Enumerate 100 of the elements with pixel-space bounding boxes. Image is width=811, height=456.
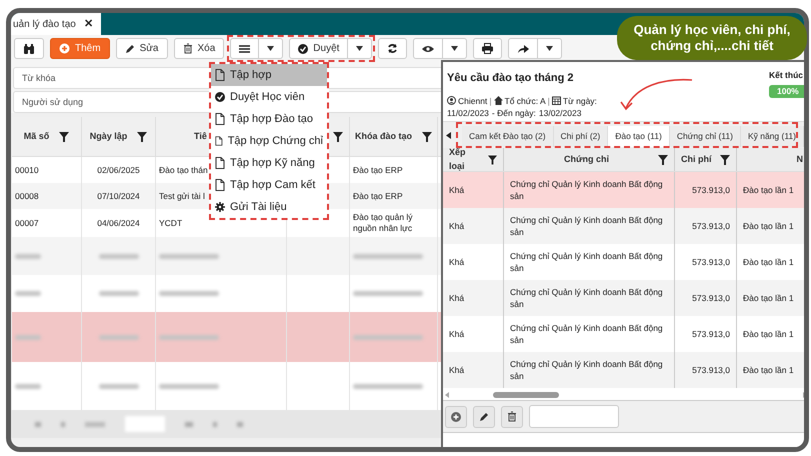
menu-button[interactable]: [230, 38, 260, 59]
table-cell-text: Đào tạo quản lý nguồn nhân lực: [353, 212, 414, 234]
table-cell: Đào tạo lần 1: [743, 220, 794, 232]
delete-button[interactable]: Xóa: [174, 38, 224, 59]
window-tab[interactable]: uản lý đào tạo ✕: [11, 13, 101, 35]
table-cell-text: Chứng chỉ Quản lý Kinh doanh Bất động sản: [510, 214, 664, 238]
approve-button[interactable]: Duyệt: [289, 38, 348, 59]
date-label: - Đến ngày:: [492, 106, 536, 118]
blurred-text: [15, 334, 41, 340]
table-cell: 573.913,0: [692, 256, 730, 268]
edit-button[interactable]: Sửa: [116, 38, 168, 59]
home-icon: [494, 96, 503, 105]
table-cell: 00008: [15, 190, 39, 202]
table-cell-text: Chứng chỉ Quản lý Kinh doanh Bất động sản: [510, 322, 664, 346]
tab[interactable]: Kỹ năng (11): [740, 126, 804, 147]
table-cell: Đào tạo lần 1: [743, 364, 794, 376]
blurred-text: [353, 291, 423, 296]
share-button[interactable]: [508, 38, 538, 59]
filter-icon: [658, 154, 668, 164]
table-cell-text: Chứng chỉ Quản lý Kinh doanh Bất động sản: [510, 250, 664, 274]
left-arrow-icon: [446, 132, 451, 138]
view-button[interactable]: [413, 38, 444, 59]
date-label: Từ ngày:: [562, 94, 597, 106]
table-cell: Đào tạo lần 1: [743, 184, 794, 196]
calendar-icon: [552, 96, 561, 105]
printer-icon: [482, 43, 494, 54]
document-icon: [215, 69, 225, 81]
dropdown-button[interactable]: [538, 38, 562, 59]
filter-icon: [333, 132, 343, 142]
blurred-text: [353, 384, 423, 388]
table-cell: Đào tạo lần 1: [743, 256, 794, 268]
blurred-text: [15, 254, 41, 258]
eye-icon: [422, 44, 434, 52]
column-header[interactable]: Ngày lập: [82, 117, 156, 156]
table-cell: Khá: [449, 328, 464, 340]
separator: |: [489, 94, 492, 106]
table-cell: Khá: [449, 256, 464, 268]
table-cell: 573.913,0: [692, 364, 730, 376]
column-header[interactable]: Mã số: [12, 117, 82, 156]
tab[interactable]: Chứng chỉ (11): [670, 126, 741, 147]
trash-icon: [182, 43, 192, 54]
blurred-text: [98, 384, 138, 388]
callout-text: Quản lý học viên, chi phí, chứng chỉ,....chi tiết: [632, 22, 792, 54]
dropdown-button[interactable]: [348, 38, 372, 59]
dropdown-button[interactable]: [259, 38, 284, 59]
menu-item[interactable]: Tập hợp: [211, 64, 327, 86]
input-field[interactable]: [529, 405, 619, 428]
tab-title: uản lý đào tạo: [13, 18, 76, 32]
dropdown-button[interactable]: [443, 38, 468, 59]
blurred-text: [98, 254, 138, 258]
table-cell: 573.913,0: [692, 292, 730, 304]
add-button[interactable]: [445, 406, 467, 428]
column-header[interactable]: Chứng chỉ: [504, 148, 675, 171]
table-cell: 02/06/2025: [97, 164, 140, 176]
column-header[interactable]: Xếp loại: [443, 148, 504, 171]
filter-icon: [137, 132, 148, 142]
tab[interactable]: Đào tạo (11): [608, 126, 670, 147]
blurred-text: [15, 384, 41, 388]
blurred-text: [159, 334, 219, 340]
refresh-button[interactable]: [378, 38, 408, 59]
table-cell: Đào tạo ERP: [353, 164, 403, 176]
scrollbar-thumb[interactable]: [493, 392, 559, 398]
tab[interactable]: Chi phí (2): [554, 126, 608, 147]
progress-reading: 100%: [777, 84, 799, 98]
search-button[interactable]: [14, 38, 44, 59]
refresh-icon: [387, 43, 398, 54]
blurred-text: [159, 291, 219, 296]
table-cell: 573.913,0: [692, 184, 730, 196]
tab[interactable]: Cam kết Đào tạo (2): [462, 126, 554, 147]
filter-icon: [488, 154, 497, 164]
date-value: 13/02/2023: [538, 106, 582, 118]
column-header[interactable]: N: [737, 148, 804, 171]
table-cell: Đào tạo thán: [159, 164, 208, 176]
table-cell: Khá: [449, 292, 464, 304]
blurred-text: [98, 291, 138, 296]
table-cell: Đào tạo lần 1: [743, 328, 794, 340]
share-arrow-icon: [517, 44, 530, 54]
table-cell: 00010: [15, 164, 39, 176]
filter-icon: [720, 154, 730, 164]
status-label: Kết thúc: [769, 69, 804, 82]
table-cell: 573.913,0: [692, 328, 730, 340]
table-cell-text: Chứng chỉ Quản lý Kinh doanh Bất động sản: [510, 286, 664, 310]
document-icon: [215, 113, 225, 125]
user-circle-icon: [447, 96, 456, 105]
blurred-text: [353, 334, 423, 340]
column-header[interactable]: Khóa đào tạo: [350, 117, 438, 156]
plus-circle-icon: [451, 412, 461, 422]
close-icon[interactable]: ✕: [84, 16, 93, 32]
table-cell: YCDT: [159, 218, 182, 228]
blurred-text: [98, 334, 138, 340]
print-button[interactable]: [473, 38, 502, 59]
document-icon: [215, 135, 223, 147]
binoculars-icon: [23, 42, 35, 54]
menu-icon: [239, 44, 250, 54]
table-cell: Đào tạo ERP: [353, 190, 403, 202]
organization-label: Tổ chức: A: [504, 94, 546, 106]
trash-icon: [507, 411, 517, 422]
edit-button[interactable]: [473, 406, 495, 428]
column-header[interactable]: Chi phí: [675, 148, 737, 171]
delete-button[interactable]: [501, 406, 523, 428]
